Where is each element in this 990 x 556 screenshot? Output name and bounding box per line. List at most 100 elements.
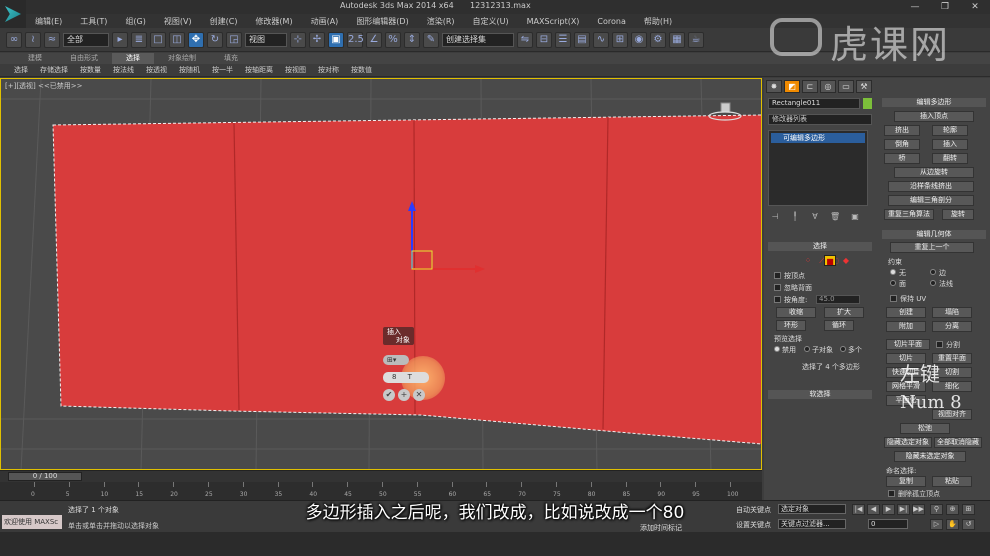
preview-subobject-radio[interactable] <box>804 346 810 352</box>
render-setup-icon[interactable]: ⚙ <box>650 31 666 48</box>
select-manipulate-icon[interactable]: ✢ <box>309 31 325 48</box>
rect-region-icon[interactable]: □ <box>150 31 166 48</box>
menu-maxscript[interactable]: MAXScript(X) <box>518 17 589 26</box>
snap-toggle-icon[interactable]: 2.5 <box>347 31 364 48</box>
preview-multi-radio[interactable] <box>840 346 846 352</box>
repeat-last-button[interactable]: 重复上一个 <box>890 242 974 253</box>
selection-rollout-header[interactable]: 选择 <box>768 242 872 251</box>
inset-button[interactable]: 插入 <box>932 139 968 150</box>
material-editor-icon[interactable]: ◉ <box>631 31 647 48</box>
remove-modifier-icon[interactable]: 🗑 <box>830 212 840 222</box>
delete-isolated-checkbox[interactable] <box>888 490 895 497</box>
rendered-frame-icon[interactable]: ▦ <box>669 31 685 48</box>
preview-disabled-radio[interactable] <box>774 346 780 352</box>
hierarchy-tab-icon[interactable]: ⊏ <box>802 80 818 93</box>
menu-corona[interactable]: Corona <box>588 17 634 26</box>
constraint-normal-radio[interactable] <box>930 280 936 286</box>
hide-selected-button[interactable]: 隐藏选定对象 <box>884 437 932 448</box>
create-button[interactable]: 创建 <box>886 307 926 318</box>
pivot-center-icon[interactable]: ⊹ <box>290 31 306 48</box>
unhide-all-button[interactable]: 全部取消隐藏 <box>934 437 982 448</box>
detach-button[interactable]: 分离 <box>932 321 972 332</box>
configure-sets-icon[interactable]: ▣ <box>850 212 860 222</box>
menu-customize[interactable]: 自定义(U) <box>464 16 518 27</box>
window-crossing-icon[interactable]: ◫ <box>169 31 185 48</box>
menu-group[interactable]: 组(G) <box>116 16 154 27</box>
viewcube-icon[interactable] <box>708 101 742 123</box>
keyboard-shortcut-override-icon[interactable]: ▣ <box>328 31 344 48</box>
menu-views[interactable]: 视图(V) <box>155 16 201 27</box>
percent-snap-icon[interactable]: % <box>385 31 401 48</box>
ribbon-toggle-icon[interactable]: ▤ <box>574 31 590 48</box>
extrude-along-spline-button[interactable]: 沿样条线挤出 <box>888 181 974 192</box>
loop-button[interactable]: 循环 <box>824 320 854 331</box>
element-mode-icon[interactable]: ◆ <box>840 255 852 266</box>
ring-button[interactable]: 环形 <box>776 320 806 331</box>
constraint-edge-radio[interactable] <box>930 269 936 275</box>
copy-button[interactable]: 复制 <box>886 476 926 487</box>
turn-button[interactable]: 旋转 <box>942 209 974 220</box>
modifier-list-dropdown[interactable]: 修改器列表 <box>768 114 872 125</box>
show-end-result-icon[interactable]: ╿ <box>790 212 800 222</box>
by-angle-checkbox[interactable] <box>774 296 781 303</box>
object-name-field[interactable]: Rectangle011 <box>768 98 860 109</box>
viewport-label[interactable]: [+][透视] <<已禁用>> <box>5 81 83 91</box>
schematic-view-icon[interactable]: ⊞ <box>612 31 628 48</box>
ribbon-by-pivot-distance[interactable]: 按轴距离 <box>239 64 279 76</box>
insert-vertex-button[interactable]: 插入顶点 <box>894 111 974 122</box>
angle-snap-icon[interactable]: ∠ <box>366 31 382 48</box>
select-by-name-icon[interactable]: ≣ <box>131 31 147 48</box>
caddy-amount-field[interactable]: 8 T <box>383 372 429 383</box>
render-production-icon[interactable]: ☕ <box>688 31 704 48</box>
edit-triangulation-button[interactable]: 编辑三角剖分 <box>888 195 974 206</box>
ribbon-by-random[interactable]: 按随机 <box>173 64 206 76</box>
selection-filter-dropdown[interactable]: 全部 <box>63 32 109 47</box>
caddy-apply-button[interactable]: + <box>398 389 410 401</box>
unlink-icon[interactable]: ≀ <box>25 31 41 48</box>
menu-graph-editors[interactable]: 图形编辑器(D) <box>347 16 417 27</box>
named-selection-dropdown[interactable]: 创建选择集 <box>442 32 514 47</box>
edit-polygons-rollout-header[interactable]: 编辑多边形 <box>882 98 986 107</box>
ignore-backfacing-checkbox[interactable] <box>774 284 781 291</box>
close-button[interactable]: ✕ <box>960 0 990 14</box>
menu-animation[interactable]: 动画(A) <box>302 16 348 27</box>
rotate-icon[interactable]: ↻ <box>207 31 223 48</box>
ribbon-by-normal[interactable]: 按法线 <box>107 64 140 76</box>
slice-plane-button[interactable]: 切片平面 <box>886 339 930 350</box>
vertex-mode-icon[interactable]: ⁘ <box>802 255 814 266</box>
edit-geometry-rollout-header[interactable]: 编辑几何体 <box>882 230 986 239</box>
bind-space-warp-icon[interactable]: ≈ <box>44 31 60 48</box>
collapse-button[interactable]: 塌陷 <box>932 307 972 318</box>
utilities-tab-icon[interactable]: ⚒ <box>856 80 872 93</box>
hinge-from-edge-button[interactable]: 从边旋转 <box>894 167 974 178</box>
preserve-uv-checkbox[interactable] <box>890 295 897 302</box>
reference-coordinate-dropdown[interactable]: 视图 <box>245 32 287 47</box>
tab-populate[interactable]: 填充 <box>210 53 252 64</box>
move-icon[interactable]: ✥ <box>188 31 204 48</box>
attach-button[interactable]: 附加 <box>886 321 926 332</box>
caddy-cancel-button[interactable]: ✕ <box>413 389 425 401</box>
link-icon[interactable]: ∞ <box>6 31 22 48</box>
scale-icon[interactable]: ◲ <box>226 31 242 48</box>
caddy-inset-type-dropdown[interactable]: ⊞▾ <box>383 355 409 365</box>
tab-selection[interactable]: 选择 <box>112 53 154 64</box>
extrude-button[interactable]: 挤出 <box>884 125 920 136</box>
shrink-button[interactable]: 收缩 <box>776 307 816 318</box>
soft-selection-rollout-header[interactable]: 软选择 <box>768 390 872 399</box>
relax-button[interactable]: 松弛 <box>900 423 950 434</box>
outline-button[interactable]: 轮廓 <box>932 125 968 136</box>
mirror-icon[interactable]: ⇋ <box>517 31 533 48</box>
menu-edit[interactable]: 编辑(E) <box>26 16 71 27</box>
flip-button[interactable]: 翻转 <box>932 153 968 164</box>
create-tab-icon[interactable]: ✸ <box>766 80 782 93</box>
curve-editor-icon[interactable]: ∿ <box>593 31 609 48</box>
angle-value-field[interactable]: 45.0 <box>816 295 860 304</box>
caddy-ok-button[interactable]: ✔ <box>383 389 395 401</box>
bevel-button[interactable]: 倒角 <box>884 139 920 150</box>
spinner-snap-icon[interactable]: ⇕ <box>404 31 420 48</box>
retriangulate-button[interactable]: 重复三角算法 <box>884 209 934 220</box>
tab-freeform[interactable]: 自由形式 <box>56 53 112 64</box>
bridge-button[interactable]: 桥 <box>884 153 920 164</box>
menu-rendering[interactable]: 渲染(R) <box>418 16 464 27</box>
constraint-face-radio[interactable] <box>890 280 896 286</box>
